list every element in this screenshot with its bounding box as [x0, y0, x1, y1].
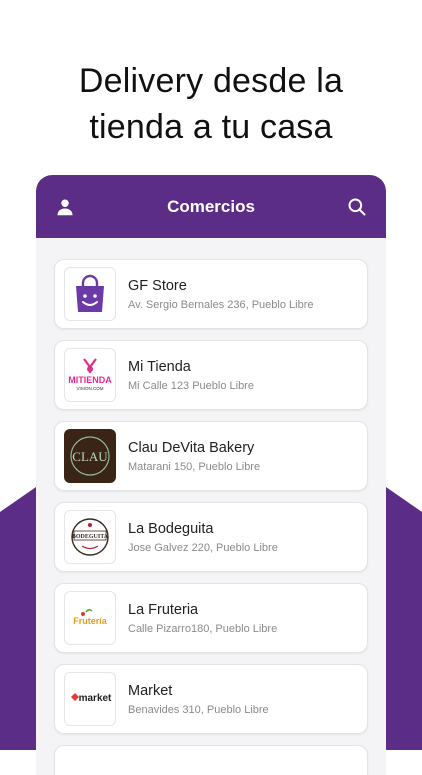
gf-store-logo — [64, 267, 116, 321]
market-logo: market — [64, 672, 116, 726]
svg-text:BODEGUITA: BODEGUITA — [72, 534, 109, 540]
store-name: Mi Tienda — [128, 358, 191, 375]
store-address: Calle Pizarro180, Pueblo Libre — [128, 622, 278, 635]
svg-text:VISION.COM: VISION.COM — [76, 386, 103, 391]
store-list: GF Store Av. Sergio Bernales 236, Pueblo… — [54, 259, 368, 775]
store-card-gf-store[interactable]: GF Store Av. Sergio Bernales 236, Pueblo… — [54, 259, 368, 329]
store-card-mi-tienda[interactable]: MITIENDA VISION.COM Mi Tienda Mi Calle 1… — [54, 340, 368, 410]
store-name: Market — [128, 682, 173, 699]
phone-screen: Comercios GF Store Av. Sergio Bernales 2… — [36, 175, 386, 775]
store-card-market[interactable]: market Market Benavides 310, Pueblo Libr… — [54, 664, 368, 734]
headline: Delivery desde la tienda a tu casa — [0, 58, 422, 150]
store-address: Av. Sergio Bernales 236, Pueblo Libre — [128, 298, 314, 311]
svg-text:CLAU: CLAU — [72, 449, 108, 464]
user-icon[interactable] — [54, 196, 76, 218]
store-card-clau-devita-bakery[interactable]: CLAU Clau DeVita Bakery Matarani 150, Pu… — [54, 421, 368, 491]
clau-devita-logo: CLAU — [64, 429, 116, 483]
store-address: Matarani 150, Pueblo Libre — [128, 460, 261, 473]
mi-tienda-logo: MITIENDA VISION.COM — [64, 348, 116, 402]
svg-text:Frutería: Frutería — [73, 616, 108, 626]
store-card-la-bodeguita[interactable]: BODEGUITA La Bodeguita Jose Galvez 220, … — [54, 502, 368, 572]
svg-text:market: market — [79, 693, 112, 704]
store-name: La Bodeguita — [128, 520, 214, 537]
store-name: Clau DeVita Bakery — [128, 439, 255, 456]
headline-line-2: tienda a tu casa — [89, 108, 333, 146]
bag-smile-icon — [76, 274, 104, 312]
store-name: GF Store — [128, 277, 187, 294]
store-address: Jose Galvez 220, Pueblo Libre — [128, 541, 278, 554]
app-bar: Comercios — [36, 175, 386, 238]
headline-line-1: Delivery desde la — [78, 62, 344, 100]
page-title: Comercios — [167, 196, 255, 216]
store-address: Mi Calle 123 Pueblo Libre — [128, 379, 254, 392]
search-icon[interactable] — [346, 196, 368, 218]
store-name: La Fruteria — [128, 601, 199, 618]
store-card-la-fruteria[interactable]: Frutería La Fruteria Calle Pizarro180, P… — [54, 583, 368, 653]
la-fruteria-logo: Frutería — [64, 591, 116, 645]
svg-text:MITIENDA: MITIENDA — [68, 375, 112, 385]
store-address: Benavides 310, Pueblo Libre — [128, 703, 269, 716]
la-bodeguita-logo: BODEGUITA — [64, 510, 116, 564]
